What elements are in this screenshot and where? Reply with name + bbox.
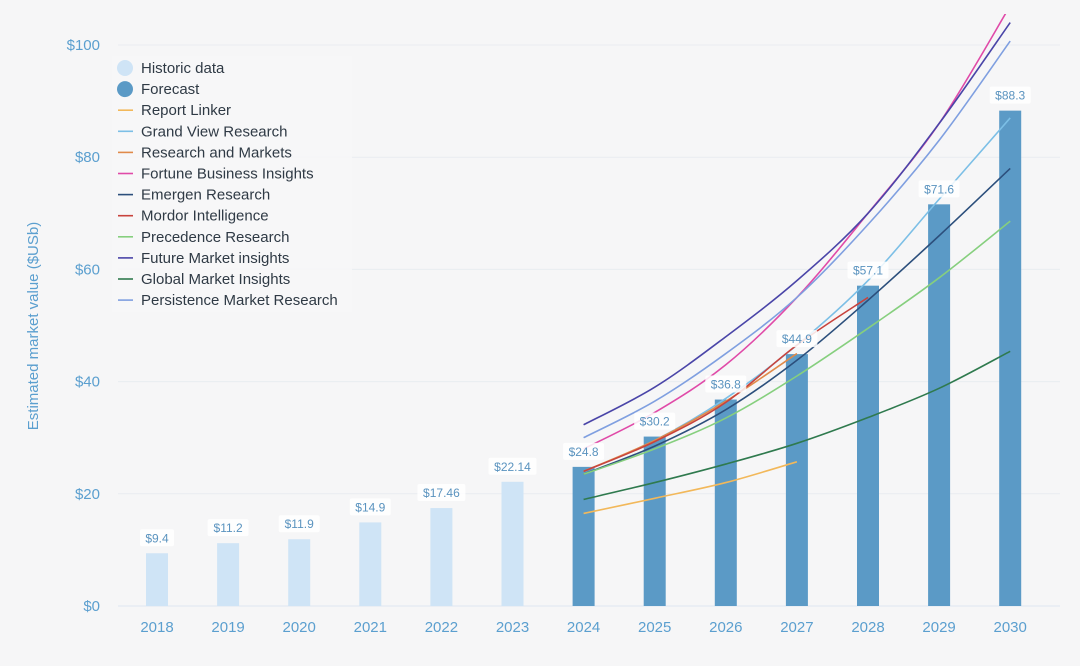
bar-label-2028: $57.1 [853,264,883,278]
x-tick-label-2029: 2029 [922,619,955,636]
bar-label-2022: $17.46 [423,486,460,500]
legend-swatch-forecast [117,81,133,98]
x-tick-label-2018: 2018 [140,619,173,636]
x-tick-label-2026: 2026 [709,619,742,636]
bar-2029 [928,204,951,606]
bar-label-2020: $11.9 [285,517,314,531]
bar-2022 [430,508,453,606]
bar-label-2030: $88.3 [995,89,1025,103]
bar-label-2018: $9.4 [145,531,169,545]
bar-label-2025: $30.2 [640,415,670,429]
legend-swatch-historic-data [117,60,133,76]
y-tick-label: $80 [75,149,100,166]
y-axis-title: Estimated market value ($USb) [25,222,42,430]
x-tick-label-2025: 2025 [638,619,671,636]
legend-item-label: Persistence Market Research [141,292,338,309]
bar-2027 [785,354,808,606]
y-axis-ticks: $0 $20 $40 $60 $80 $100 [67,37,100,615]
bar-label-2024: $24.8 [569,445,599,459]
y-tick-label: $100 [67,37,100,54]
legend-item-label: Forecast [141,81,200,98]
legend-item-label: Mordor Intelligence [141,208,269,225]
bar-2024 [572,466,595,606]
legend-item-label: Research and Markets [141,144,292,161]
bar-2020 [288,539,311,606]
bar-label-2029: $71.6 [924,182,954,196]
bar-2021 [359,522,382,606]
x-axis-ticks: 2018 2019 2020 2021 2022 2023 2024 2025 2026 2027… [140,619,1027,636]
line-report-linker [583,461,798,515]
y-tick-label: $0 [83,598,100,615]
legend-item-label: Precedence Research [141,229,289,246]
bar-label-2021: $14.9 [355,500,385,514]
legend-item-label: Report Linker [141,102,231,119]
bar-label-2026: $36.8 [711,378,741,392]
y-tick-label: $20 [75,486,100,503]
x-tick-label-2027: 2027 [780,619,813,636]
bar-2019 [217,543,240,606]
legend-item-label: Global Market Insights [141,271,290,288]
legend-item-label: Grand View Research [141,123,287,140]
y-tick-label: $60 [75,261,100,278]
market-value-chart: $0 $20 $40 $60 $80 $100 Estimated market valu… [25,14,1060,636]
x-tick-label-2023: 2023 [496,619,529,636]
bar-label-2019: $11.2 [214,521,243,535]
bar-label-2023: $22.14 [494,460,531,474]
legend-item-label: Emergen Research [141,187,270,204]
legend: Historic data Forecast Report Linker Grand … [112,56,352,312]
bar-2018 [146,553,168,606]
x-tick-label-2028: 2028 [851,619,884,636]
legend-item-label: Fortune Business Insights [141,166,314,183]
legend-item-label: Historic data [141,60,225,77]
x-tick-label-2020: 2020 [283,619,316,636]
x-tick-label-2030: 2030 [994,619,1027,636]
x-tick-label-2022: 2022 [425,619,458,636]
x-tick-label-2021: 2021 [354,619,387,636]
y-tick-label: $40 [75,374,100,391]
x-tick-label-2024: 2024 [567,619,600,636]
x-tick-label-2019: 2019 [211,619,244,636]
bar-2026 [714,399,737,606]
bar-2030 [999,110,1022,607]
bar-2025 [643,436,666,606]
bar-label-2027: $44.9 [782,332,812,346]
legend-item-label: Future Market insights [141,250,289,267]
bar-2023 [501,481,524,606]
